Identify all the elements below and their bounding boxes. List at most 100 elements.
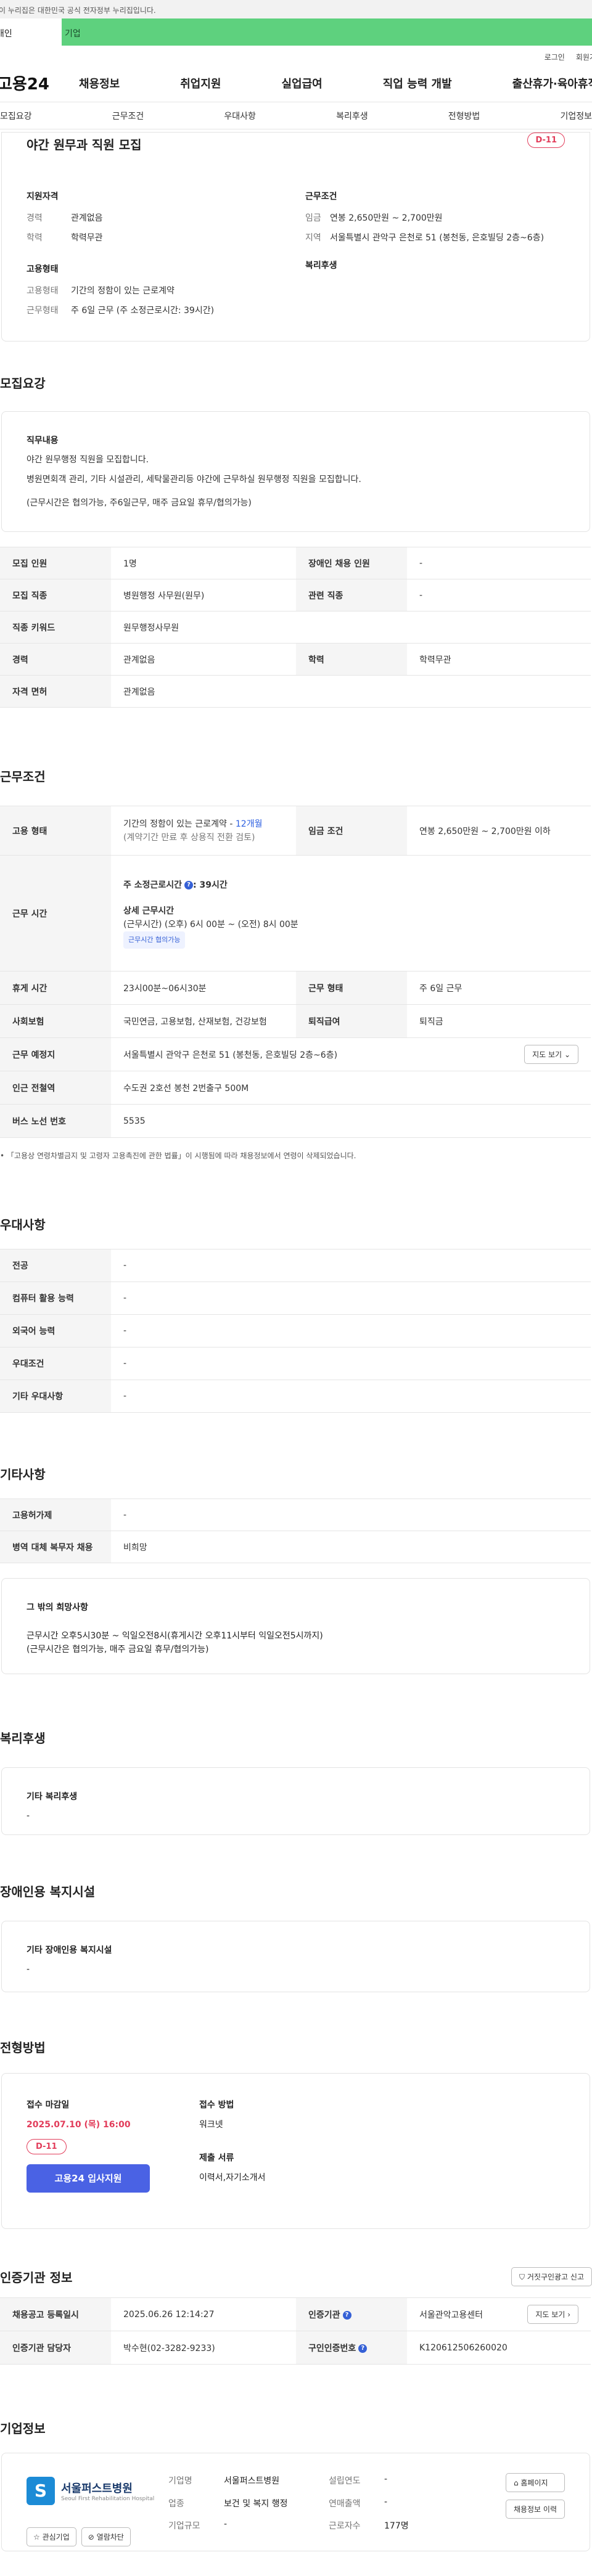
- table-header-cell: 근무 예정지: [0, 1037, 111, 1071]
- subnav-company[interactable]: 기업정보: [560, 110, 592, 122]
- apply-button[interactable]: 고용24 입사지원: [27, 2164, 150, 2193]
- company-info-grid: 기업명 서울퍼스트병원 설립연도 - 업종 보건 및 복지 행정 연매출액 - …: [168, 2474, 506, 2533]
- table-header-cell: 전공: [0, 1249, 111, 1282]
- company-info-value: -: [224, 2519, 228, 2530]
- table-row: 자격 면허 관계없음: [0, 675, 591, 708]
- gnb-item-training[interactable]: 직업 능력 개발: [383, 75, 452, 91]
- table-cell: -: [111, 1314, 591, 1347]
- table-header-cell: 관련 직종: [296, 579, 407, 611]
- apply-dday-badge: D-11: [27, 2139, 67, 2154]
- table-header-cell: 경력: [0, 643, 111, 676]
- table-cell: -: [407, 547, 591, 579]
- report-false-ad-button[interactable]: ⛉ 거짓구인광고 신고: [511, 2267, 592, 2286]
- table-row: 채용공고 등록일시 2025.06.26 12:14:27 인증기관? 서울관악…: [0, 2297, 591, 2331]
- cond-value: 연봉 2,650만원 ~ 2,700만원: [330, 213, 443, 223]
- company-info-value: -: [384, 2496, 388, 2507]
- table-row: 기타 우대사항 -: [0, 1380, 591, 1413]
- other-requests-line: (근무시간은 협의가능, 매주 금요일 휴무/협의가능): [27, 1645, 209, 1654]
- login-link[interactable]: 로그인: [545, 52, 565, 64]
- job-summary-card: 야간 원무과 직원 모집 D-11 지원자격 경력 관계없음 학력 학력무관 고용형…: [1, 132, 590, 341]
- gov-notice-text: 이 누리집은 대한민국 공식 전자정부 누리집입니다.: [0, 6, 156, 15]
- docs-value: 이력서,자기소개서: [199, 2173, 266, 2183]
- table-cell: -: [111, 1347, 591, 1380]
- subnav-conditions[interactable]: 근무조건: [112, 110, 144, 122]
- table-cell: 주 6일 근무: [407, 971, 591, 1005]
- job-title: 야간 원무과 직원 모집: [27, 137, 142, 152]
- qual-key: 학력: [27, 233, 43, 243]
- subnav-recruit[interactable]: 모집요강: [0, 110, 32, 122]
- block-company-button[interactable]: ⊘ 열람차단: [81, 2527, 131, 2546]
- table-row: 병역 대체 복무자 채용 비희망: [0, 1531, 591, 1563]
- welfare-summary-title: 복리후생: [305, 261, 337, 271]
- gnb-item-support[interactable]: 취업지원: [180, 75, 221, 91]
- chevron-right-icon: ›: [567, 2310, 570, 2319]
- company-info-value: -: [384, 2474, 388, 2484]
- site-logo[interactable]: 고용24: [0, 72, 79, 94]
- agency-map-button[interactable]: 지도 보기 ›: [527, 2305, 578, 2324]
- gnb-item-jobs[interactable]: 채용정보: [79, 75, 120, 91]
- agency-key-label: 인증기관: [308, 2310, 340, 2320]
- subnav-welfare[interactable]: 복리후생: [336, 110, 368, 122]
- info-icon[interactable]: ?: [358, 2344, 368, 2353]
- tab-person[interactable]: 개인: [0, 18, 62, 46]
- disabled-box-title: 기타 장애인용 복지시설: [27, 1945, 112, 1955]
- table-header-cell: 모집 직종: [0, 579, 111, 611]
- company-info-key: 설립연도: [329, 2476, 361, 2486]
- job-description-line: (근무시간은 협의가능, 주6일근무, 매주 금요일 휴무/협의가능): [27, 498, 252, 508]
- table-row: 직종 키워드 원무행정사무원: [0, 611, 591, 644]
- table-cell: 박수현(02-3282-9233): [111, 2331, 296, 2365]
- chevron-down-icon: ⌄: [564, 1050, 570, 1059]
- table-cell: 서울관악고용센터 지도 보기 ›: [407, 2297, 591, 2331]
- apply-section-title: 전형방법: [0, 2040, 46, 2055]
- signup-link[interactable]: 회원가입: [576, 52, 592, 64]
- apply-card: 접수 마감일 2025.07.10 (목) 16:00 D-11 고용24 입사…: [1, 2073, 590, 2229]
- table-cell: 기간의 정함이 있는 근로계약 - 12개월 (계약기간 만료 후 상용직 전환…: [111, 806, 296, 856]
- qual-value: 학력무관: [71, 233, 103, 243]
- emp-type-note: (계약기간 만료 후 상용직 전환 검토): [123, 832, 255, 843]
- table-row: 근무 시간 주 소정근로시간?: 39시간 상세 근무시간 (근무시간) (오후…: [0, 855, 591, 971]
- tab-biz[interactable]: 기업: [62, 18, 592, 46]
- table-cell: -: [111, 1499, 591, 1531]
- map-view-button[interactable]: 지도 보기 ⌄: [524, 1045, 578, 1064]
- hospital-logo-icon: S: [27, 2477, 55, 2505]
- age-footnote-text: 「고용상 연령차별금지 및 고령자 고용촉진에 관한 법률」이 시행됨에 따라 …: [6, 1151, 356, 1160]
- table-header-cell: 자격 면허: [0, 675, 111, 708]
- gnb-item-leave[interactable]: 출산휴가·육아휴직: [512, 75, 592, 91]
- table-header-cell: 고용허가제: [0, 1499, 111, 1531]
- table-cell: 수도권 2호선 봉천 2번출구 500M: [111, 1071, 591, 1105]
- disabled-facilities-card: 기타 장애인용 복지시설 -: [1, 1921, 590, 1992]
- table-header-cell: 사회보험: [0, 1004, 111, 1038]
- table-header-cell: 근무 시간: [0, 855, 111, 971]
- emp-value: 기간의 정함이 있는 근로계약: [71, 286, 175, 296]
- favorite-company-button[interactable]: ☆ 관심기업: [27, 2527, 76, 2546]
- welfare-box-value: -: [27, 1811, 30, 1821]
- block-icon: ⊘: [88, 2533, 94, 2541]
- prefer-section-title: 우대사항: [0, 1217, 46, 1232]
- job-description-title: 직무내용: [27, 436, 59, 446]
- table-header-cell: 버스 노선 번호: [0, 1104, 111, 1138]
- table-header-cell: 직종 키워드: [0, 611, 111, 644]
- conditions-section: 근무조건 임금 연봉 2,650만원 ~ 2,700만원 지역 서울특별시 관악구 …: [305, 190, 589, 324]
- info-icon[interactable]: ?: [342, 2310, 352, 2320]
- subnav-selection[interactable]: 전형방법: [448, 110, 480, 122]
- prefer-table: 전공 - 컴퓨터 활용 능력 - 외국어 능력 - 우대조건 - 기타 우대사항 -: [0, 1249, 591, 1413]
- company-info-value: 177명: [384, 2521, 409, 2532]
- company-logo-name: 서울퍼스트병원: [61, 2482, 133, 2495]
- table-row: 고용 형태 기간의 정함이 있는 근로계약 - 12개월 (계약기간 만료 후 …: [0, 806, 591, 856]
- table-row: 근무 예정지 서울특별시 관악구 은천로 51 (봉천동, 은호빌딩 2층~6층…: [0, 1037, 591, 1071]
- job-history-button[interactable]: 채용정보 이력: [505, 2500, 565, 2519]
- qualification-section: 지원자격 경력 관계없음 학력 학력무관 고용형태 고용형태 기간의 정함이 있는 근…: [27, 190, 305, 324]
- table-row: 모집 인원 1명 장애인 채용 인원 -: [0, 547, 591, 579]
- gnb-item-benefit[interactable]: 실업급여: [282, 75, 323, 91]
- subnav-prefer[interactable]: 우대사항: [224, 110, 256, 122]
- emp-value: 주 6일 근무 (주 소정근로시간: 39시간): [71, 306, 215, 316]
- table-row: 외국어 능력 -: [0, 1314, 591, 1347]
- table-cell: 연봉 2,650만원 ~ 2,700만원 이하: [407, 806, 591, 856]
- table-row: 전공 -: [0, 1249, 591, 1282]
- info-icon[interactable]: ?: [184, 880, 194, 889]
- homepage-button[interactable]: ⌂ 홈페이지: [505, 2473, 565, 2492]
- weekly-hours-label: 주 소정근로시간: [123, 880, 183, 890]
- work-location: 서울특별시 관악구 은천로 51 (봉천동, 은호빌딩 2층~6층): [123, 1050, 338, 1060]
- detail-hours-label: 상세 근무시간: [123, 906, 175, 916]
- job-description-line: 야간 원무행정 직원을 모집합니다.: [27, 455, 149, 465]
